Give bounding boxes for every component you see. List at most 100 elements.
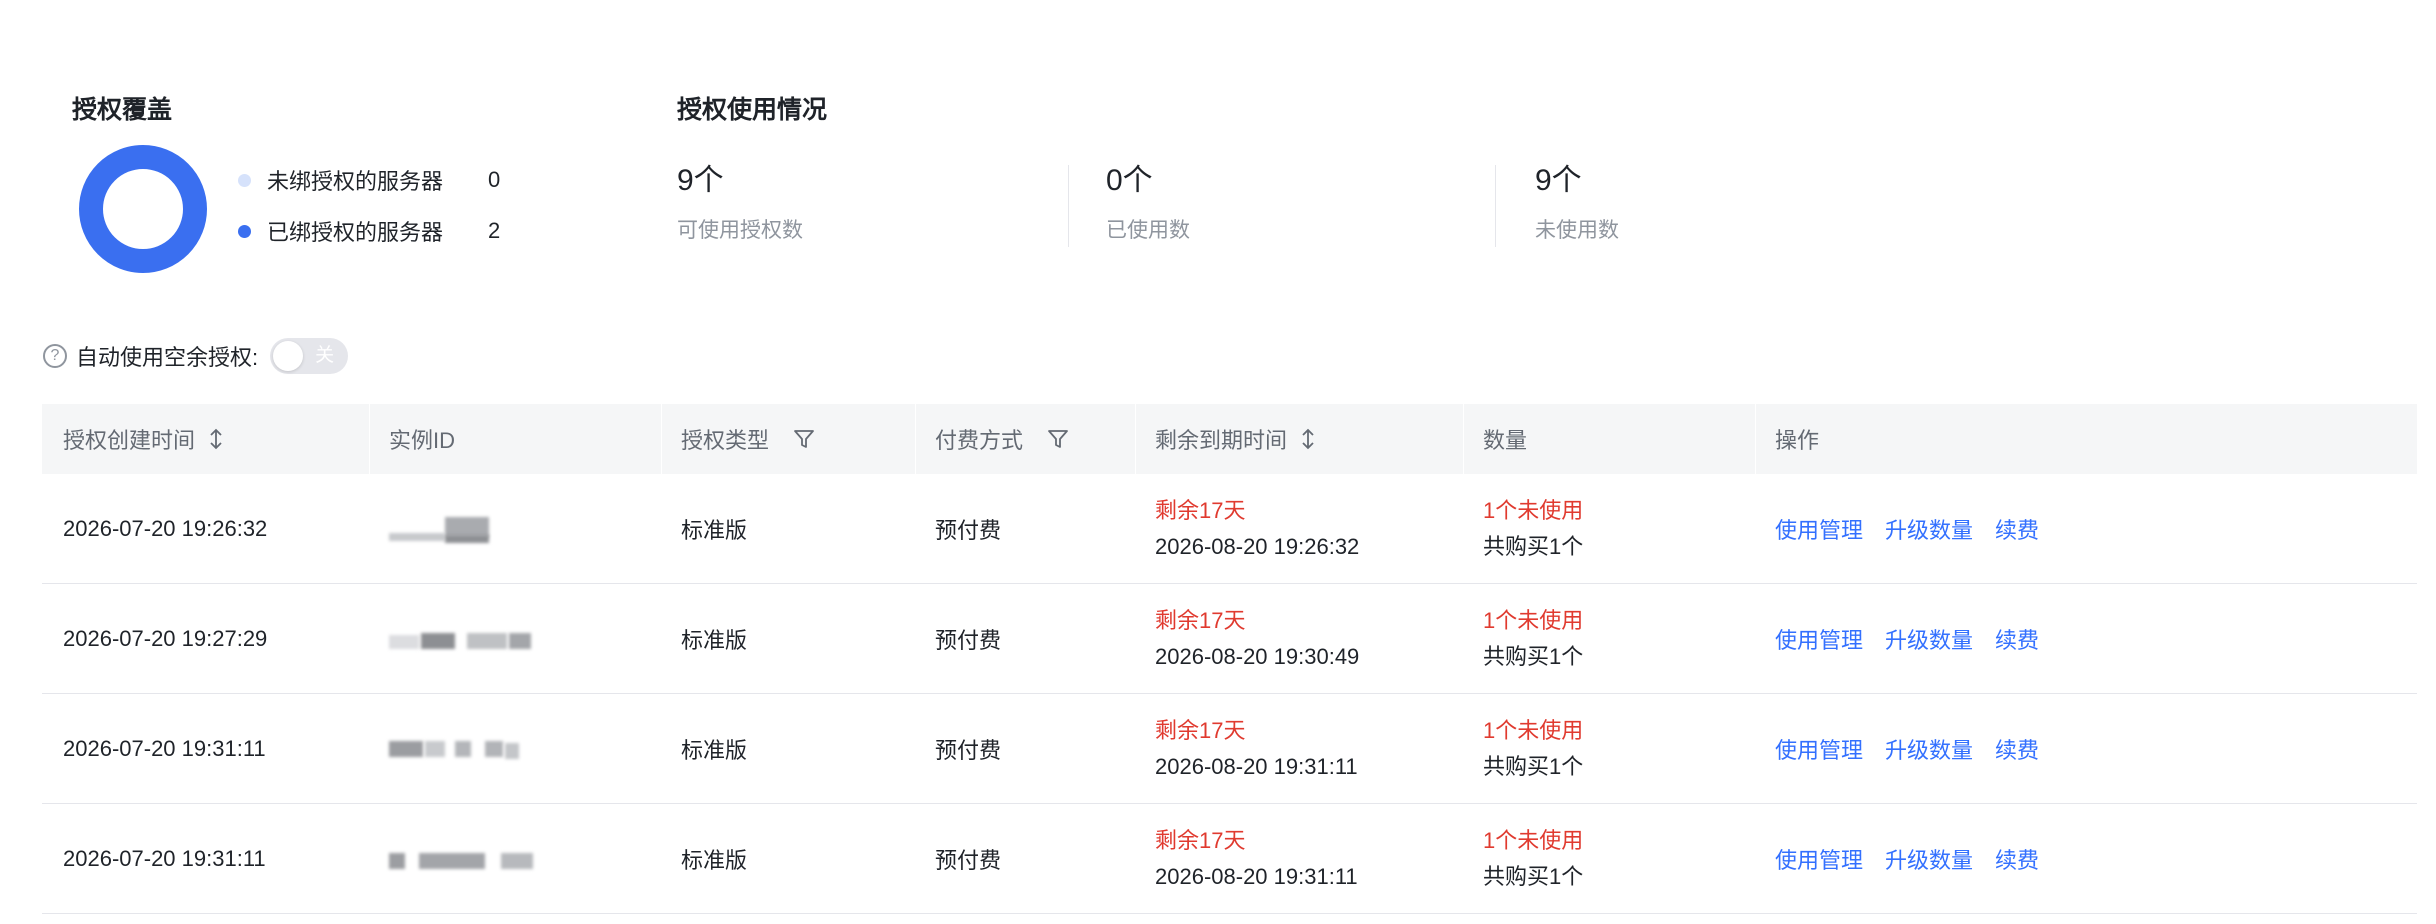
column-separator	[1135, 404, 1136, 474]
table-row: 2026-07-20 19:31:11 标准版 预付费 剩余17天 2026-0…	[42, 694, 2417, 804]
manage-usage-link[interactable]: 使用管理	[1775, 513, 1863, 545]
manage-usage-link[interactable]: 使用管理	[1775, 623, 1863, 655]
cell-created: 2026-07-20 19:27:29	[63, 625, 268, 651]
renew-link[interactable]: 续费	[1995, 513, 2039, 545]
stat-available: 9个 可使用授权数	[677, 160, 803, 252]
legend-dot-unbound	[238, 173, 251, 187]
legend-count: 2	[488, 218, 501, 243]
unused-count: 1个未使用	[1483, 497, 1584, 523]
filter-icon[interactable]	[793, 428, 815, 450]
cell-quantity: 1个未使用 共购买1个	[1483, 474, 1583, 583]
column-header-created: 授权创建时间	[63, 404, 223, 474]
column-header-payment: 付费方式	[935, 404, 1069, 474]
stat-unused: 9个 未使用数	[1535, 160, 1619, 252]
expire-time: 2026-08-20 19:30:49	[1155, 643, 1360, 669]
usage-title: 授权使用情况	[677, 96, 828, 124]
legend-dot-bound	[238, 224, 251, 238]
purchased-count: 共购买1个	[1483, 643, 1584, 669]
cell-instance-id-redacted	[389, 804, 544, 913]
cell-type: 标准版	[681, 737, 748, 763]
cell-quantity: 1个未使用 共购买1个	[1483, 584, 1583, 693]
auto-use-label: 自动使用空余授权:	[76, 345, 259, 370]
auto-use-toggle[interactable]: 关	[270, 338, 349, 374]
toggle-state-text: 关	[315, 345, 335, 366]
stat-label: 可使用授权数	[677, 219, 803, 242]
filter-icon[interactable]	[1047, 428, 1069, 450]
sort-icon[interactable]	[1301, 428, 1315, 450]
upgrade-quantity-link[interactable]: 升级数量	[1885, 733, 1973, 765]
cell-remaining: 剩余17天 2026-08-20 19:26:32	[1155, 474, 1359, 583]
cell-actions: 使用管理 升级数量 续费	[1775, 474, 2061, 583]
redacted-id	[389, 623, 544, 655]
column-header-quantity: 数量	[1483, 404, 1527, 474]
stat-value: 0个	[1106, 164, 1153, 197]
stat-used: 0个 已使用数	[1106, 160, 1190, 252]
cell-type: 标准版	[681, 627, 748, 653]
upgrade-quantity-link[interactable]: 升级数量	[1885, 843, 1973, 875]
toggle-knob	[273, 341, 304, 371]
column-separator	[915, 404, 916, 474]
unused-count: 1个未使用	[1483, 717, 1584, 743]
cell-payment: 预付费	[935, 517, 1002, 543]
column-header-label: 实例ID	[389, 428, 456, 453]
remaining-days: 剩余17天	[1155, 827, 1246, 853]
renew-link[interactable]: 续费	[1995, 733, 2039, 765]
stat-value: 9个	[677, 164, 724, 197]
cell-instance-id-redacted	[389, 694, 544, 803]
table-header: 授权创建时间 实例ID 授权类型 付费方式 剩余到期时间 数量 操作	[42, 404, 2417, 474]
donut-bound-segment	[79, 145, 207, 273]
column-header-type: 授权类型	[681, 404, 815, 474]
table-row: 2026-07-20 19:26:32 标准版 预付费 剩余17天 2026-0…	[42, 474, 2417, 584]
cell-remaining: 剩余17天 2026-08-20 19:30:49	[1155, 584, 1359, 693]
expire-time: 2026-08-20 19:31:11	[1155, 753, 1358, 779]
stat-label: 已使用数	[1106, 219, 1190, 242]
redacted-id	[389, 733, 544, 765]
stat-value: 9个	[1535, 164, 1582, 197]
cell-remaining: 剩余17天 2026-08-20 19:31:11	[1155, 804, 1358, 913]
upgrade-quantity-link[interactable]: 升级数量	[1885, 513, 1973, 545]
column-header-label: 操作	[1775, 428, 1820, 453]
column-header-label: 付费方式	[935, 428, 1024, 453]
column-header-label: 数量	[1483, 428, 1528, 453]
remaining-days: 剩余17天	[1155, 717, 1246, 743]
column-header-label: 剩余到期时间	[1155, 428, 1288, 453]
column-separator	[1463, 404, 1464, 474]
renew-link[interactable]: 续费	[1995, 623, 2039, 655]
expire-time: 2026-08-20 19:31:11	[1155, 863, 1358, 889]
column-header-actions: 操作	[1775, 404, 1819, 474]
coverage-donut-chart	[79, 145, 207, 273]
purchased-count: 共购买1个	[1483, 753, 1584, 779]
cell-instance-id-redacted	[389, 474, 544, 583]
stat-divider	[1495, 165, 1496, 247]
coverage-title: 授权覆盖	[72, 96, 173, 124]
sort-icon[interactable]	[209, 428, 223, 450]
column-header-instance-id: 实例ID	[389, 404, 455, 474]
cell-actions: 使用管理 升级数量 续费	[1775, 804, 2061, 913]
purchased-count: 共购买1个	[1483, 533, 1584, 559]
legend-item-bound: 已绑授权的服务器 2	[238, 213, 508, 249]
manage-usage-link[interactable]: 使用管理	[1775, 843, 1863, 875]
cell-actions: 使用管理 升级数量 续费	[1775, 584, 2061, 693]
manage-usage-link[interactable]: 使用管理	[1775, 733, 1863, 765]
question-circle-icon[interactable]: ?	[43, 344, 67, 368]
column-separator	[661, 404, 662, 474]
expire-time: 2026-08-20 19:26:32	[1155, 533, 1360, 559]
license-table: 授权创建时间 实例ID 授权类型 付费方式 剩余到期时间 数量 操作 2026-…	[42, 404, 2417, 914]
coverage-legend: 未绑授权的服务器 0 已绑授权的服务器 2	[238, 162, 508, 264]
redacted-id	[389, 513, 544, 545]
renew-link[interactable]: 续费	[1995, 843, 2039, 875]
cell-created: 2026-07-20 19:31:11	[63, 845, 266, 871]
cell-remaining: 剩余17天 2026-08-20 19:31:11	[1155, 694, 1358, 803]
remaining-days: 剩余17天	[1155, 497, 1246, 523]
table-row: 2026-07-20 19:31:11 标准版 预付费 剩余17天 2026-0…	[42, 804, 2417, 914]
redacted-id	[389, 843, 544, 875]
stat-label: 未使用数	[1535, 219, 1619, 242]
legend-label: 已绑授权的服务器	[267, 220, 444, 245]
upgrade-quantity-link[interactable]: 升级数量	[1885, 623, 1973, 655]
stat-divider	[1068, 165, 1069, 247]
table-row: 2026-07-20 19:27:29 标准版 预付费 剩余17天 2026-0…	[42, 584, 2417, 694]
cell-payment: 预付费	[935, 847, 1002, 873]
legend-label: 未绑授权的服务器	[267, 169, 444, 194]
cell-quantity: 1个未使用 共购买1个	[1483, 804, 1583, 913]
column-header-remaining: 剩余到期时间	[1155, 404, 1315, 474]
